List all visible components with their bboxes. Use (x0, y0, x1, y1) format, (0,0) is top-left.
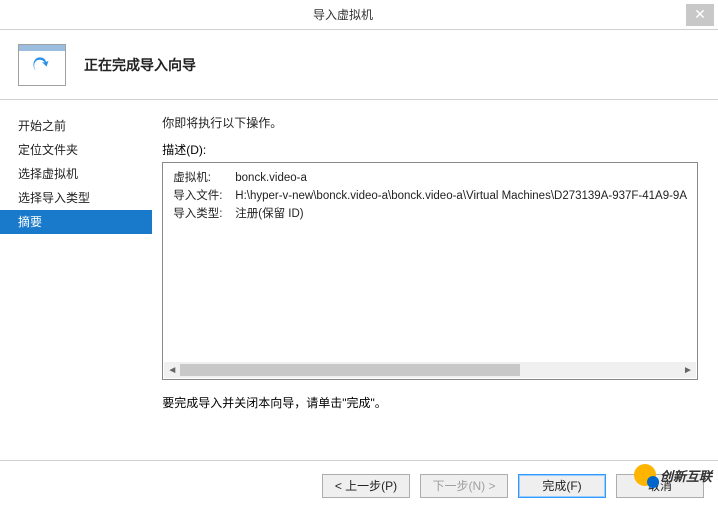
summary-key: 导入类型: (173, 205, 235, 223)
sidebar-item-select-vm[interactable]: 选择虚拟机 (0, 162, 152, 186)
page-title: 正在完成导入向导 (84, 55, 196, 75)
button-label: 完成(F) (542, 477, 581, 494)
sidebar-item-label: 选择虚拟机 (18, 167, 78, 181)
description-box: 虚拟机: bonck.video-a 导入文件: H:\hyper-v-new\… (162, 162, 698, 380)
button-label: 下一步(N) > (432, 477, 495, 494)
next-button: 下一步(N) > (420, 474, 508, 498)
sidebar-item-label: 选择导入类型 (18, 191, 90, 205)
scroll-right-button[interactable]: ► (680, 362, 696, 378)
scroll-track[interactable] (180, 362, 680, 378)
import-icon (18, 44, 66, 86)
scroll-left-button[interactable]: ◄ (164, 362, 180, 378)
window-title: 导入虚拟机 (0, 6, 686, 23)
sidebar-item-locate-folder[interactable]: 定位文件夹 (0, 138, 152, 162)
main-panel: 你即将执行以下操作。 描述(D): 虚拟机: bonck.video-a 导入文… (152, 100, 718, 460)
close-button[interactable]: ✕ (686, 4, 714, 26)
summary-value: bonck.video-a (235, 169, 307, 187)
sidebar-item-label: 开始之前 (18, 119, 66, 133)
previous-button[interactable]: < 上一步(P) (322, 474, 410, 498)
sidebar: 开始之前 定位文件夹 选择虚拟机 选择导入类型 摘要 (0, 100, 152, 460)
button-label: < 上一步(P) (335, 477, 397, 494)
summary-value: 注册(保留 ID) (235, 205, 303, 223)
description-label: 描述(D): (162, 141, 698, 158)
summary-value: H:\hyper-v-new\bonck.video-a\bonck.video… (235, 187, 687, 205)
sidebar-item-summary[interactable]: 摘要 (0, 210, 152, 234)
wizard-body: 开始之前 定位文件夹 选择虚拟机 选择导入类型 摘要 你即将执行以下操作。 描述… (0, 100, 718, 460)
wizard-header: 正在完成导入向导 (0, 30, 718, 100)
close-icon: ✕ (694, 6, 706, 23)
summary-row: 虚拟机: bonck.video-a (173, 169, 687, 187)
wizard-footer: < 上一步(P) 下一步(N) > 完成(F) 取消 (0, 460, 718, 510)
intro-text: 你即将执行以下操作。 (162, 114, 698, 131)
sidebar-item-before-begin[interactable]: 开始之前 (0, 114, 152, 138)
summary-key: 虚拟机: (173, 169, 235, 187)
summary-key: 导入文件: (173, 187, 235, 205)
sidebar-item-label: 摘要 (18, 215, 42, 229)
summary-row: 导入文件: H:\hyper-v-new\bonck.video-a\bonck… (173, 187, 687, 205)
cancel-button[interactable]: 取消 (616, 474, 704, 498)
finish-button[interactable]: 完成(F) (518, 474, 606, 498)
sidebar-item-import-type[interactable]: 选择导入类型 (0, 186, 152, 210)
scroll-thumb[interactable] (180, 364, 520, 376)
finish-instruction: 要完成导入并关闭本向导，请单击"完成"。 (162, 394, 698, 411)
horizontal-scrollbar[interactable]: ◄ ► (164, 362, 696, 378)
sidebar-item-label: 定位文件夹 (18, 143, 78, 157)
button-label: 取消 (648, 477, 672, 494)
chevron-right-icon: ► (683, 365, 693, 376)
chevron-left-icon: ◄ (167, 365, 177, 376)
titlebar: 导入虚拟机 ✕ (0, 0, 718, 30)
summary-row: 导入类型: 注册(保留 ID) (173, 205, 687, 223)
